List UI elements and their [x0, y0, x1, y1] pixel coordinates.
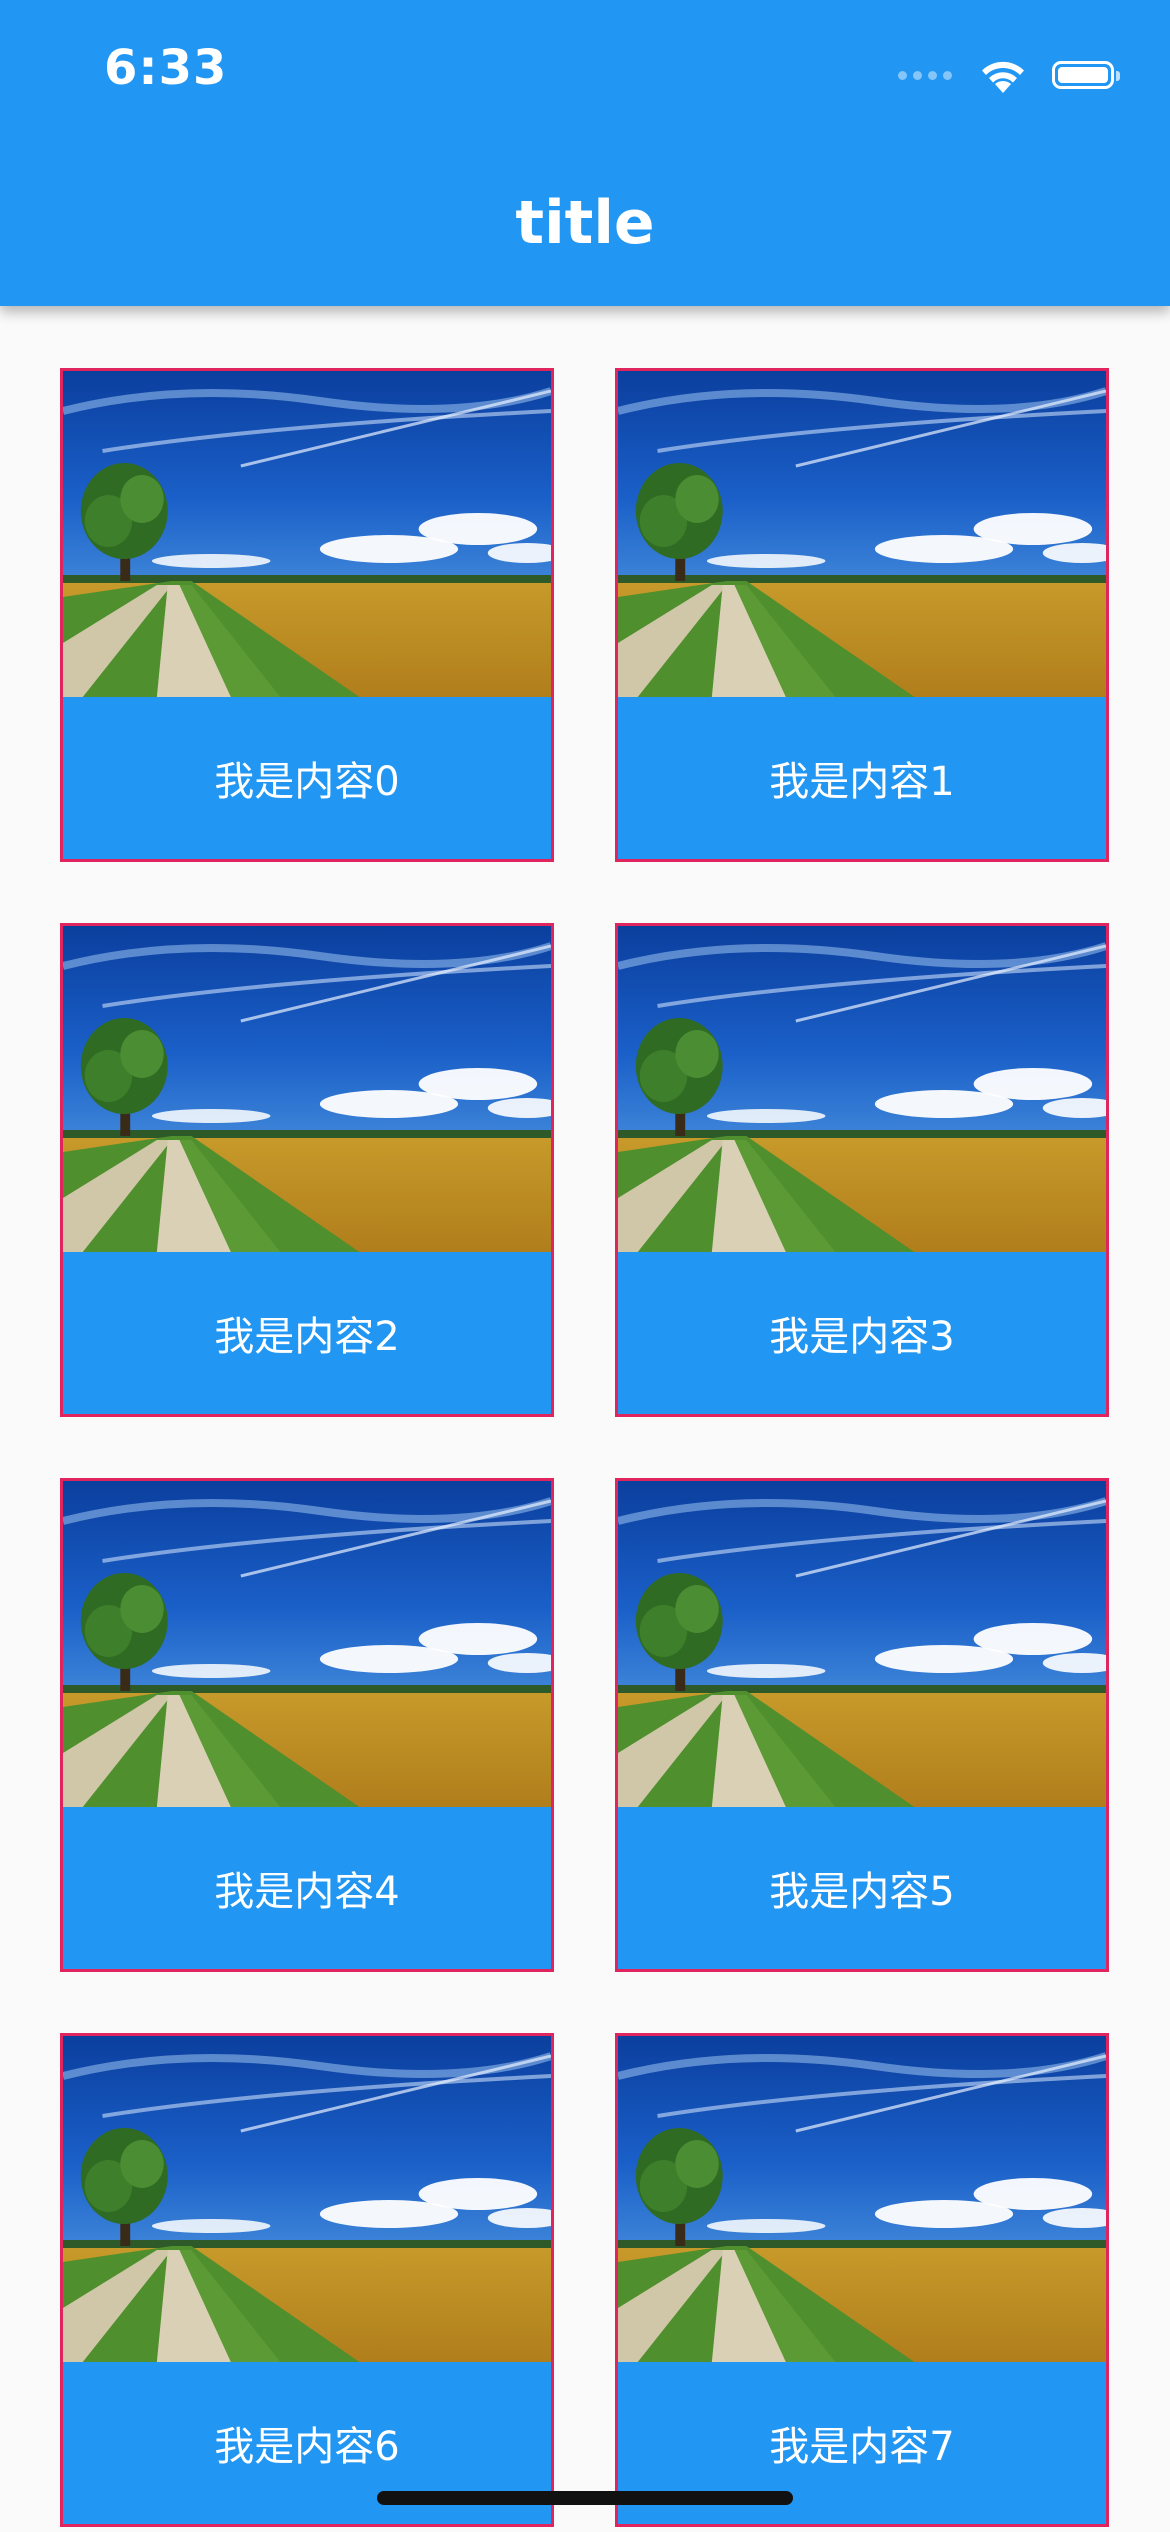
status-time: 6:33: [104, 40, 228, 96]
landscape-image: [63, 926, 551, 1252]
battery-icon: [1052, 61, 1120, 89]
grid-card[interactable]: 我是内容1: [615, 368, 1109, 862]
wifi-icon: [982, 61, 1024, 93]
grid-card[interactable]: 我是内容2: [60, 923, 554, 1417]
landscape-image: [618, 371, 1106, 697]
landscape-image: [63, 2036, 551, 2362]
content-grid: 我是内容0 我是内容1 我是内容2 我是内容3 我是内容4 我是内容5 我是内容…: [0, 0, 1170, 2532]
card-label: 我是内容4: [214, 1869, 400, 1915]
cellular-signal-icon: [898, 70, 952, 80]
grid-card[interactable]: 我是内容3: [615, 923, 1109, 1417]
card-label: 我是内容3: [769, 1314, 955, 1360]
landscape-image: [63, 371, 551, 697]
landscape-image: [618, 926, 1106, 1252]
home-indicator[interactable]: [377, 2491, 793, 2505]
grid-card[interactable]: 我是内容0: [60, 368, 554, 862]
grid-card[interactable]: 我是内容5: [615, 1478, 1109, 1972]
page-title: title: [515, 188, 655, 258]
app-bar: 6:33 title: [0, 0, 1170, 306]
grid-card[interactable]: 我是内容7: [615, 2033, 1109, 2527]
card-label: 我是内容2: [214, 1314, 400, 1360]
grid-card[interactable]: 我是内容4: [60, 1478, 554, 1972]
card-label: 我是内容5: [769, 1869, 955, 1915]
status-icons: [898, 50, 1120, 100]
card-label: 我是内容0: [214, 759, 400, 805]
landscape-image: [618, 1481, 1106, 1807]
card-label: 我是内容1: [769, 759, 955, 805]
landscape-image: [63, 1481, 551, 1807]
grid-card[interactable]: 我是内容6: [60, 2033, 554, 2527]
landscape-image: [618, 2036, 1106, 2362]
